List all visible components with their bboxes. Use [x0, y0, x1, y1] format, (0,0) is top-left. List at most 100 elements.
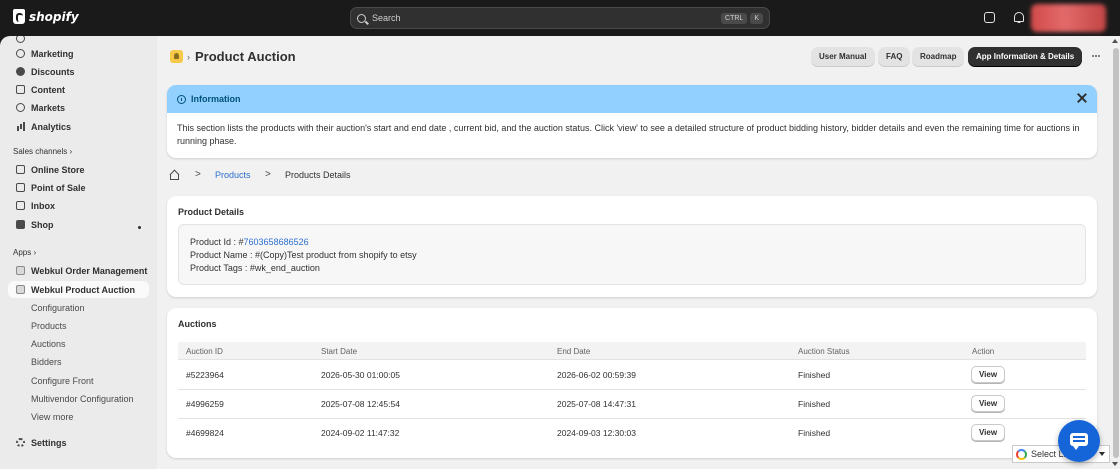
table-row: #4996259 2025-07-08 12:45:54 2025-07-08 … [178, 390, 1086, 419]
app-page-icon [170, 50, 183, 63]
sidebar-item-product-auction[interactable]: Webkul Product Auction [8, 281, 149, 298]
sidebar-item-label: Discounts [31, 66, 75, 77]
product-details-card: Product Details Product Id : #7603658686… [167, 196, 1097, 297]
scroll-down-icon[interactable] [1112, 462, 1118, 466]
end-date: 2025-07-08 14:47:31 [557, 399, 636, 409]
sidebar-sub-products[interactable]: Products [31, 321, 67, 331]
view-button[interactable]: View [971, 424, 1005, 441]
sidebar-item-label: Webkul Product Auction [31, 284, 136, 295]
product-id-label: Product Id : # [190, 237, 244, 247]
auction-id: #5223964 [186, 370, 224, 380]
close-icon[interactable] [1077, 93, 1087, 103]
column-header: Start Date [321, 347, 358, 356]
account-avatar[interactable] [1031, 4, 1106, 32]
search-bar[interactable]: CTRL K [350, 7, 770, 29]
product-id-link[interactable]: 7603658686526 [244, 237, 309, 247]
globe-icon [16, 103, 25, 112]
start-date: 2025-07-08 12:45:54 [321, 399, 400, 409]
chat-icon [1070, 433, 1088, 450]
sidebar-item-analytics[interactable]: Analytics [8, 118, 149, 135]
auction-id: #4699824 [186, 428, 224, 438]
info-banner-title: Information [191, 94, 241, 104]
sidebar: Marketing Discounts Content Markets Anal… [0, 36, 157, 469]
info-banner: Information This section lists the produ… [167, 85, 1097, 158]
app-icon [16, 285, 25, 294]
store-icon [16, 165, 25, 174]
end-date: 2026-06-02 00:59:39 [557, 370, 636, 380]
view-button[interactable]: View [971, 395, 1005, 412]
sidebar-sub-configure-front[interactable]: Configure Front [31, 376, 94, 386]
auction-id: #4996259 [186, 399, 224, 409]
sidebar-item-label: Marketing [31, 48, 74, 59]
more-actions-icon[interactable] [1092, 55, 1094, 57]
sidebar-item-content[interactable]: Content [8, 81, 149, 98]
sidebar-sub-auctions[interactable]: Auctions [31, 339, 66, 349]
sidebar-item-order-management[interactable]: Webkul Order Management [8, 262, 149, 279]
shop-icon [16, 220, 25, 229]
table-header: Auction ID Start Date End Date Auction S… [178, 342, 1086, 360]
sidebar-item-markets[interactable]: Markets [8, 99, 149, 116]
product-name-line: Product Name : #(Copy)Test product from … [190, 250, 417, 260]
section-label: Sales channels [13, 147, 68, 156]
sidebar-item-inbox[interactable]: Inbox [8, 197, 149, 214]
sidebar-item-shop[interactable]: Shop [8, 216, 149, 233]
sidebar-item-marketing[interactable]: Marketing [8, 45, 149, 62]
sidebar-item-online-store[interactable]: Online Store [8, 161, 149, 178]
store-switcher-icon[interactable] [984, 12, 995, 23]
sidebar-sub-multivendor[interactable]: Multivendor Configuration [31, 394, 134, 404]
scroll-thumb[interactable] [1113, 48, 1119, 458]
sidebar-item-label: Content [31, 84, 65, 95]
sidebar-item-settings[interactable]: Settings [8, 434, 149, 451]
shopify-bag-icon [13, 9, 25, 24]
product-details-box: Product Id : #7603658686526 Product Name… [178, 224, 1086, 285]
breadcrumb-separator: > [195, 169, 201, 180]
inbox-icon [16, 201, 25, 210]
search-shortcut: CTRL K [721, 12, 763, 24]
auction-status: Finished [798, 428, 831, 438]
kbd-ctrl: CTRL [721, 12, 748, 24]
discount-icon [16, 67, 25, 76]
target-icon [16, 49, 25, 58]
roadmap-button[interactable]: Roadmap [912, 47, 965, 66]
pos-icon [16, 183, 25, 192]
chevron-right-icon: › [69, 147, 73, 156]
auctions-title: Auctions [178, 319, 217, 329]
bell-icon[interactable] [1013, 12, 1024, 23]
app-icon [16, 266, 25, 275]
sidebar-item-label: Analytics [31, 121, 72, 132]
faq-button[interactable]: FAQ [878, 47, 911, 66]
sidebar-sub-view-more[interactable]: View more [31, 412, 73, 422]
sidebar-item-label: Inbox [31, 200, 55, 211]
scrollbar[interactable] [1111, 36, 1120, 469]
column-header: Auction ID [186, 347, 223, 356]
search-icon [357, 13, 366, 23]
chat-button[interactable] [1058, 420, 1100, 462]
scroll-up-icon[interactable] [1112, 39, 1118, 43]
breadcrumb-products-link[interactable]: Products [215, 170, 251, 180]
table-row: #5223964 2026-05-30 01:00:05 2026-06-02 … [178, 361, 1086, 390]
sidebar-item-label: Webkul Order Management [31, 265, 148, 276]
info-icon [177, 94, 186, 104]
end-date: 2024-09-03 12:30:03 [557, 428, 636, 438]
page-title: Product Auction [195, 49, 296, 64]
logo-text: shopify [29, 9, 79, 24]
customers-icon [16, 36, 25, 43]
sidebar-sub-bidders[interactable]: Bidders [31, 357, 62, 367]
column-header: Auction Status [798, 347, 850, 356]
sidebar-item-point-of-sale[interactable]: Point of Sale [8, 179, 149, 196]
view-button[interactable]: View [971, 366, 1005, 383]
sidebar-item-label: Point of Sale [31, 182, 86, 193]
shopify-logo[interactable]: shopify [13, 9, 79, 24]
sidebar-sub-configuration[interactable]: Configuration [31, 303, 85, 313]
bar-chart-icon [16, 122, 25, 131]
sales-channels-heading[interactable]: Sales channels › [13, 147, 72, 156]
user-manual-button[interactable]: User Manual [811, 47, 875, 66]
home-icon[interactable] [169, 170, 179, 180]
product-id-line: Product Id : #7603658686526 [190, 236, 1074, 249]
breadcrumb-separator: > [265, 169, 271, 180]
search-input[interactable] [372, 13, 692, 23]
content-icon [16, 85, 25, 94]
app-info-button[interactable]: App Information & Details [968, 47, 1083, 66]
apps-heading[interactable]: Apps › [13, 248, 36, 257]
sidebar-item-discounts[interactable]: Discounts [8, 63, 149, 80]
